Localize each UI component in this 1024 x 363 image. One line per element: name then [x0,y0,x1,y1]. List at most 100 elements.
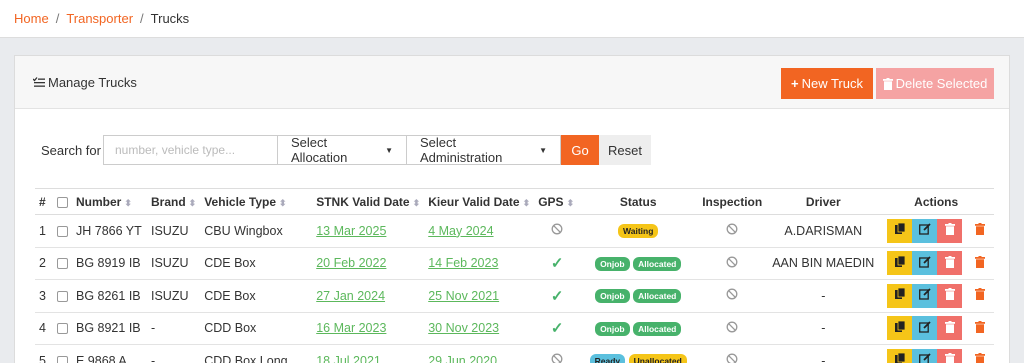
delete-selected-button[interactable]: Delete Selected [876,68,994,99]
stnk-date-link[interactable]: 16 Mar 2023 [316,321,386,335]
row-checkbox[interactable] [57,225,68,237]
kieur-date-cell: 25 Nov 2021 [424,279,535,313]
truck-brand: ISUZU [147,214,201,248]
kieur-date-link[interactable]: 25 Nov 2021 [428,289,499,303]
table-header-row: # Number ⬍ Brand ⬍ Vehicle Type ⬍ STNK Vali… [35,188,994,215]
row-index: 5 [35,344,53,363]
gps-cell: ✓ [534,312,581,345]
card-title-text: Manage Trucks [48,75,137,90]
copy-button[interactable] [887,218,913,243]
table-body: 1 JH 7866 YT ISUZU CBU Wingbox 13 Mar 2025 4 … [35,214,994,363]
copy-icon [894,320,906,336]
driver-name: - [768,312,879,345]
copy-button[interactable] [887,316,913,341]
stnk-date-link[interactable]: 27 Jan 2024 [316,289,385,303]
search-input[interactable] [103,135,278,165]
row-actions [882,348,990,363]
new-truck-button[interactable]: + New Truck [781,68,873,99]
select-all-checkbox[interactable] [57,196,68,208]
truck-brand: - [147,312,201,345]
caret-down-icon: ▼ [385,145,393,155]
select-all-cell [53,188,72,215]
administration-select[interactable]: Select Administration ▼ [406,135,561,165]
breadcrumb-separator: / [55,11,60,26]
truck-brand: ISUZU [147,247,201,280]
col-header-stnk[interactable]: STNK Valid Date ⬍ [312,188,425,215]
col-header-vehicle-type[interactable]: Vehicle Type ⬍ [200,188,313,215]
row-checkbox[interactable] [57,290,68,302]
inspection-cell [696,279,769,313]
row-select-cell [53,214,72,248]
table-row: 1 JH 7866 YT ISUZU CBU Wingbox 13 Mar 2025 4 … [35,214,994,248]
kieur-date-cell: 14 Feb 2023 [424,247,535,280]
col-header-kieur-label: Kieur Valid Date [428,194,520,209]
manage-trucks-card: Manage Trucks + New Truck Delete Selected… [14,55,1010,363]
remove-button[interactable] [975,288,986,303]
trash-icon [975,255,986,271]
remove-button[interactable] [975,255,986,271]
edit-button[interactable] [912,316,938,341]
remove-button[interactable] [975,320,986,336]
ban-icon [726,288,738,303]
remove-button[interactable] [975,353,986,363]
copy-button[interactable] [887,251,913,276]
breadcrumb-transporter-link[interactable]: Transporter [66,11,133,26]
col-header-status: Status [580,188,697,215]
truck-number: BG 8261 IB [72,279,147,313]
delete-button[interactable] [937,283,963,308]
sort-icon: ⬍ [522,197,531,208]
row-checkbox[interactable] [57,258,68,270]
kieur-date-link[interactable]: 30 Nov 2023 [428,321,499,335]
truck-number: JH 7866 YT [72,214,147,248]
col-header-gps[interactable]: GPS ⬍ [534,188,581,215]
col-header-number[interactable]: Number ⬍ [72,188,147,215]
breadcrumb-current: Trucks [150,11,190,26]
edit-button[interactable] [912,283,938,308]
kieur-date-link[interactable]: 14 Feb 2023 [428,256,498,270]
row-index: 3 [35,279,53,313]
stnk-date-link[interactable]: 18 Jul 2021 [316,354,381,363]
edit-button[interactable] [912,251,938,276]
row-index: 4 [35,312,53,345]
copy-button[interactable] [887,283,913,308]
col-header-brand[interactable]: Brand ⬍ [147,188,201,215]
stnk-date-link[interactable]: 20 Feb 2022 [316,256,386,270]
card-title: Manage Trucks [33,75,137,90]
top-bar: Home / Transporter / Trucks [0,0,1024,38]
reset-button[interactable]: Reset [599,135,651,165]
gps-cell [534,214,581,248]
ban-icon [551,353,563,363]
col-header-vehicle-type-label: Vehicle Type [204,194,277,209]
edit-button[interactable] [912,218,938,243]
delete-button[interactable] [937,316,963,341]
delete-button[interactable] [937,251,963,276]
status-badge: Allocated [633,321,682,336]
row-actions [882,283,990,308]
delete-button[interactable] [937,218,963,243]
allocation-select[interactable]: Select Allocation ▼ [277,135,407,165]
kieur-date-link[interactable]: 4 May 2024 [428,224,493,238]
sort-icon: ⬍ [188,197,197,208]
col-header-kieur[interactable]: Kieur Valid Date ⬍ [424,188,535,215]
copy-icon [894,255,906,271]
row-checkbox[interactable] [57,355,68,363]
remove-button[interactable] [975,223,986,238]
copy-button[interactable] [887,348,913,363]
row-index: 2 [35,247,53,280]
edit-button[interactable] [912,348,938,363]
allocation-select-value: Select Allocation [291,135,348,165]
trash-icon [944,320,955,336]
kieur-date-link[interactable]: 29 Jun 2020 [428,354,497,363]
trash-icon [975,320,986,336]
col-header-stnk-label: STNK Valid Date [316,194,410,209]
status-badge: Unallocated [628,354,687,363]
delete-button[interactable] [937,348,963,363]
edit-icon [918,256,931,271]
table-row: 2 BG 8919 IB ISUZU CDE Box 20 Feb 2022 14 Feb… [35,247,994,280]
sort-icon: ⬍ [124,197,132,208]
stnk-date-link[interactable]: 13 Mar 2025 [316,224,386,238]
row-checkbox[interactable] [57,323,68,335]
gps-cell [534,344,581,363]
breadcrumb-home-link[interactable]: Home [14,11,49,26]
go-button[interactable]: Go [561,135,599,165]
